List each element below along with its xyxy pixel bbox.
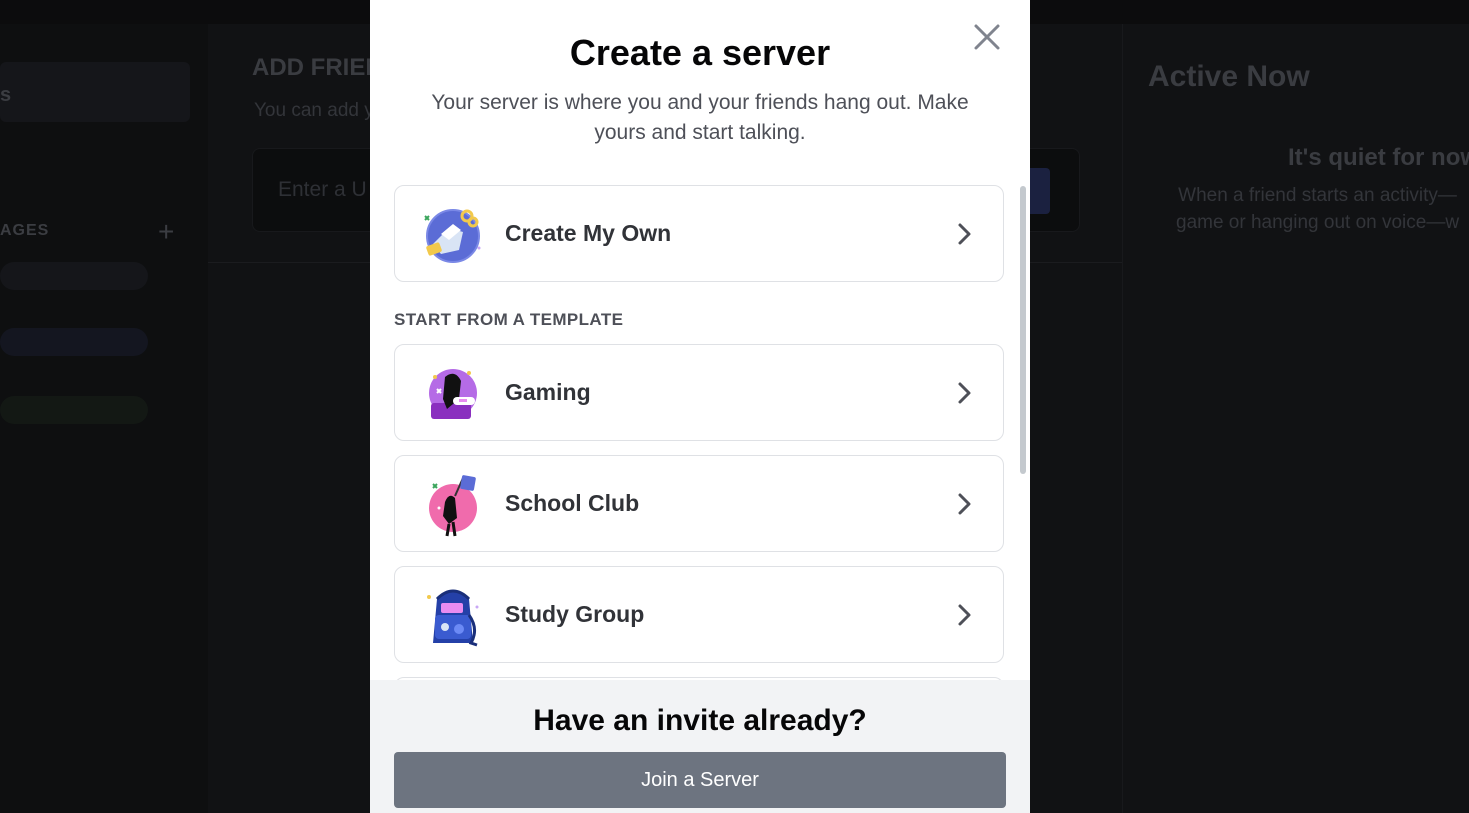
dm-sidebar: s AGES + (0, 24, 208, 813)
quiet-subtitle: When a friend starts an activity— game o… (1176, 182, 1459, 236)
add-friend-placeholder: Enter a U (278, 178, 367, 201)
create-my-own-label: Create My Own (505, 220, 672, 246)
gaming-icon (419, 363, 483, 427)
quiet-title: It's quiet for now (1288, 144, 1469, 171)
join-server-button[interactable]: Join a Server (394, 752, 1006, 808)
school-club-label: School Club (505, 490, 640, 516)
template-gaming-option[interactable]: Gaming (394, 344, 1004, 441)
template-section-label: START FROM A TEMPLATE (394, 310, 624, 329)
template-study-group-option[interactable]: Study Group (394, 566, 1004, 663)
add-dm-icon: + (158, 216, 175, 247)
create-own-icon (419, 204, 483, 268)
dm-placeholder (0, 396, 148, 424)
direct-messages-label: AGES (0, 222, 50, 239)
chevron-right-icon (955, 490, 975, 518)
quiet-line-2: game or hanging out on voice—w (1176, 212, 1460, 233)
study-group-label: Study Group (505, 601, 645, 627)
quiet-line-1: When a friend starts an activity— (1178, 185, 1457, 206)
dm-placeholder (0, 328, 148, 356)
modal-footer: Have an invite already? Join a Server (370, 680, 1030, 813)
sidebar-friends-label: s (0, 84, 12, 106)
modal-title: Create a server (569, 32, 831, 73)
create-server-modal: Create a server Your server is where you… (370, 0, 1030, 813)
footer-title: Have an invite already? (533, 704, 867, 737)
study-group-icon (419, 585, 483, 649)
scrollbar[interactable] (1020, 186, 1026, 474)
active-now-panel (1122, 24, 1469, 813)
template-school-club-option[interactable]: School Club (394, 455, 1004, 552)
modal-subtitle: Your server is where you and your friend… (431, 91, 969, 144)
chevron-right-icon (955, 601, 975, 629)
sidebar-friends-item (0, 62, 190, 122)
chevron-right-icon (955, 220, 975, 248)
add-friend-heading: ADD FRIEN (252, 54, 383, 81)
school-club-icon (419, 474, 483, 538)
gaming-label: Gaming (505, 379, 591, 405)
active-now-title: Active Now (1148, 60, 1310, 93)
chevron-right-icon (955, 379, 975, 407)
create-my-own-option[interactable]: Create My Own (394, 185, 1004, 282)
add-friend-subtitle: You can add y (254, 100, 374, 121)
dm-placeholder (0, 262, 148, 290)
